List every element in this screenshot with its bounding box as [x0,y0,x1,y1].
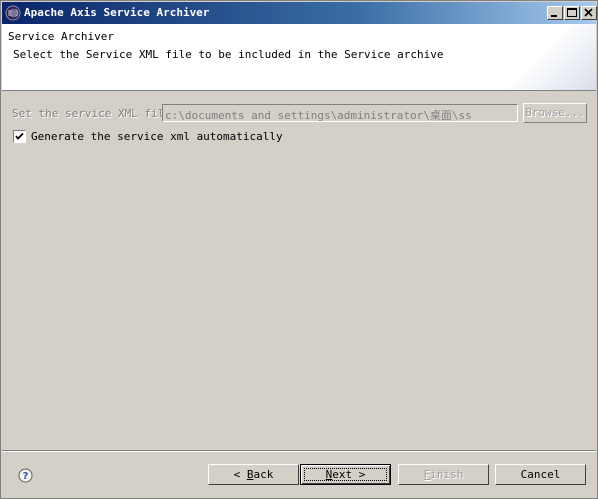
title-bar[interactable]: Apache Axis Service Archiver [2,2,597,24]
focus-ring [304,468,387,481]
finish-button[interactable]: Finish [398,464,489,485]
wizard-window: Apache Axis Service Archiver Service Arc… [0,0,598,499]
minimize-icon [551,15,557,17]
back-button[interactable]: < Back [208,464,299,485]
check-icon [15,132,24,140]
service-xml-path-input[interactable]: c:\documents and settings\administrator\… [162,104,518,122]
footer-separator [2,450,596,452]
window-title: Apache Axis Service Archiver [24,6,210,19]
header-graphic [506,24,596,90]
generate-xml-checkbox[interactable] [13,130,26,143]
next-button[interactable]: Next > [300,464,391,485]
maximize-icon [567,8,577,17]
close-button[interactable] [581,6,597,20]
page-description: Select the Service XML file to be includ… [13,48,444,61]
generate-xml-label[interactable]: Generate the service xml automatically [31,130,283,143]
eclipse-icon [5,5,21,21]
maximize-button[interactable] [564,6,580,20]
cancel-button[interactable]: Cancel [495,464,586,485]
browse-button[interactable]: Browse... [523,103,587,123]
wizard-header: Service Archiver Select the Service XML … [2,24,596,91]
help-icon[interactable]: ? [18,468,33,483]
close-icon [584,8,593,17]
svg-text:?: ? [23,471,29,482]
minimize-button[interactable] [547,6,563,20]
service-xml-label: Set the service XML file [12,107,171,120]
page-title: Service Archiver [8,30,114,43]
